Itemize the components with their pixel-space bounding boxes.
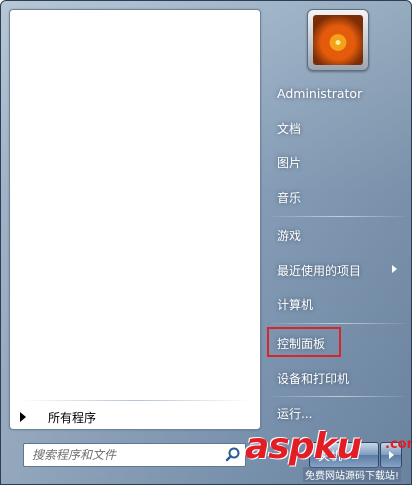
search-box[interactable] (23, 443, 246, 467)
search-icon[interactable] (223, 445, 243, 465)
recent-items-label: 最近使用的项目 (277, 263, 362, 278)
right-item-run[interactable]: 运行... (267, 399, 405, 427)
right-item-computer[interactable]: 计算机 (267, 290, 405, 318)
user-name: Administrator (277, 85, 363, 101)
right-divider (271, 396, 405, 397)
right-item-user[interactable]: Administrator (267, 79, 405, 107)
right-item-games[interactable]: 游戏 (267, 221, 405, 249)
music-label: 音乐 (277, 190, 302, 205)
right-item-recent-items[interactable]: 最近使用的项目 (267, 256, 405, 284)
right-divider (271, 216, 405, 217)
pictures-label: 图片 (277, 155, 302, 170)
user-picture[interactable] (307, 9, 369, 71)
computer-label: 计算机 (277, 297, 314, 312)
programs-pane: 所有程序 (9, 9, 261, 430)
all-programs-button[interactable]: 所有程序 (10, 403, 262, 431)
devices-printers-label: 设备和打印机 (277, 371, 350, 386)
right-item-control-panel[interactable]: 控制面板 (267, 329, 405, 357)
all-programs-label: 所有程序 (48, 410, 97, 425)
run-label: 运行... (277, 406, 313, 421)
search-input[interactable] (24, 444, 223, 466)
watermark-tagline: 免费网站源码下载站! (303, 467, 402, 482)
start-menu: 所有程序 Administrator 文档 图片 音乐 游戏 (0, 0, 412, 485)
documents-label: 文档 (277, 121, 302, 136)
shutdown-options-button[interactable] (380, 442, 402, 468)
right-item-music[interactable]: 音乐 (267, 183, 405, 211)
programs-divider (20, 400, 252, 401)
right-item-devices-printers[interactable]: 设备和打印机 (267, 364, 405, 392)
play-arrow-icon (20, 412, 26, 422)
flower-avatar-icon (313, 15, 363, 65)
chevron-right-icon (392, 265, 397, 273)
right-divider (271, 323, 405, 324)
shutdown-label: 关机 (318, 448, 343, 463)
control-panel-label: 控制面板 (277, 336, 326, 351)
games-label: 游戏 (277, 228, 302, 243)
right-item-documents[interactable]: 文档 (267, 114, 405, 142)
shutdown-button[interactable]: 关机 (309, 442, 379, 468)
right-item-pictures[interactable]: 图片 (267, 148, 405, 176)
